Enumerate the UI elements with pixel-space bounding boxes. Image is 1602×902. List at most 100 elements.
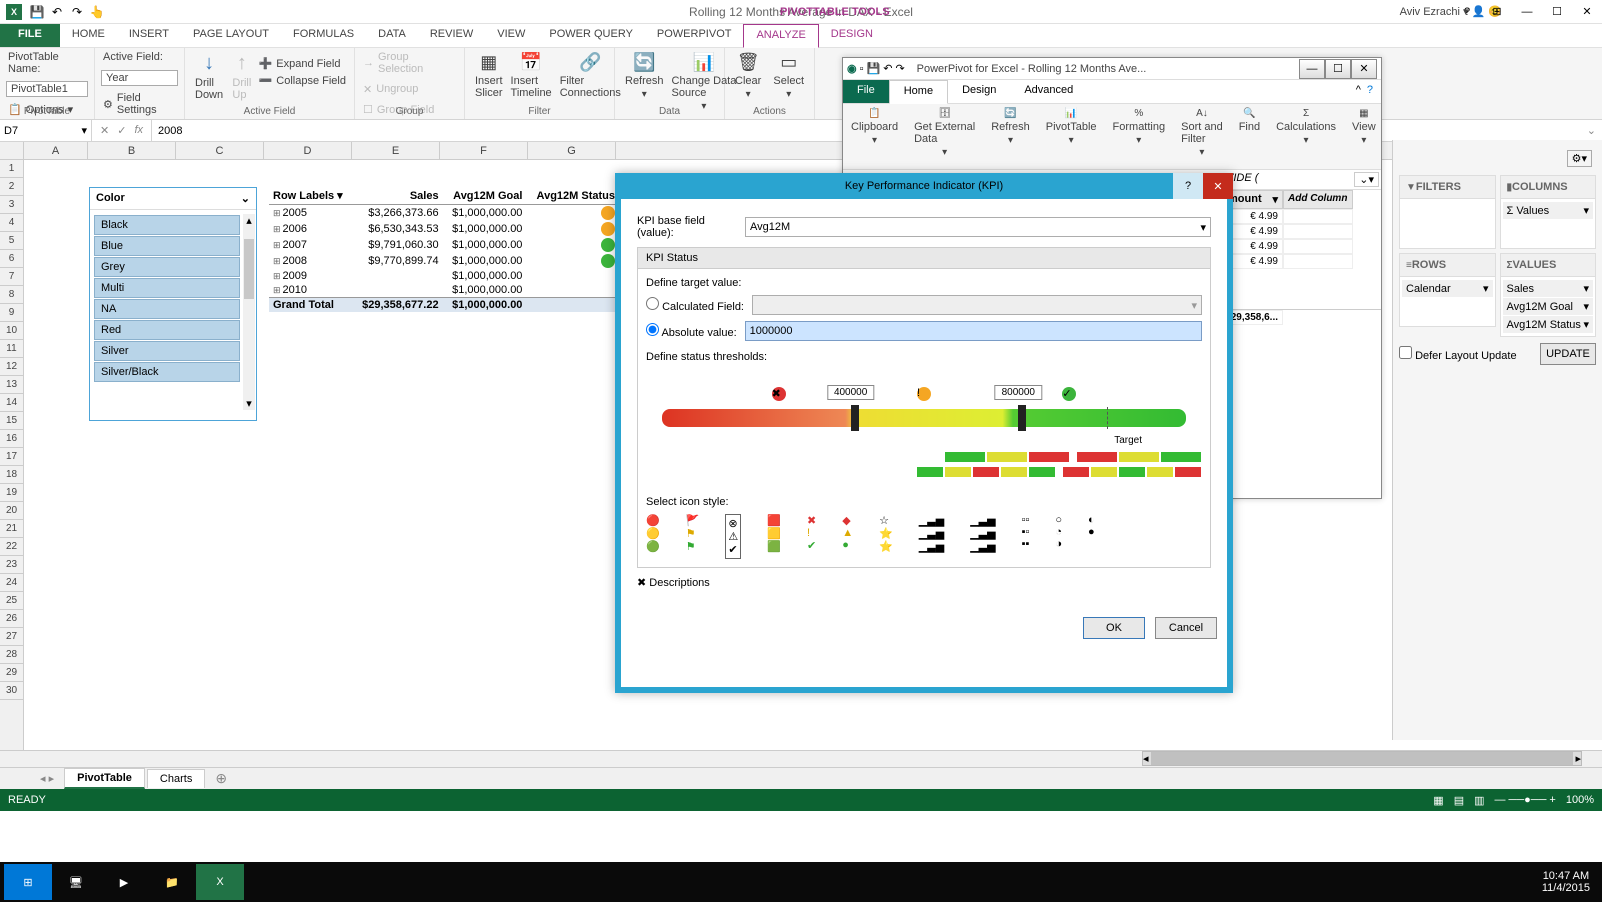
kpi-close-button[interactable]: ✕	[1203, 173, 1233, 199]
tab-view[interactable]: VIEW	[485, 24, 537, 47]
tab-review[interactable]: REVIEW	[418, 24, 485, 47]
pp-get-data-button[interactable]: 🗄Get External Data▾	[906, 104, 983, 169]
pp-pivottable-button[interactable]: 📊PivotTable▾	[1038, 104, 1105, 169]
icon-style-symbols-selected[interactable]: ⊗⚠✔	[725, 514, 741, 559]
tab-data[interactable]: DATA	[366, 24, 418, 47]
absolute-value-input[interactable]	[745, 321, 1202, 341]
threshold-2-handle[interactable]	[1018, 405, 1026, 431]
row-header[interactable]: 10	[0, 322, 23, 340]
pivot-row-label[interactable]: ⊞2006	[269, 221, 352, 237]
column-header[interactable]: E	[352, 142, 440, 159]
view-normal-icon[interactable]: ▦	[1433, 794, 1443, 807]
value-field-sales[interactable]: Sales▾	[1503, 280, 1594, 297]
taskbar-excel-icon[interactable]: X	[196, 864, 244, 900]
expand-field-button[interactable]: ➕ Expand Field	[257, 56, 348, 71]
icon-style-boxes[interactable]: ▫▫▪▫▪▪	[1022, 514, 1030, 559]
sheet-tab-charts[interactable]: Charts	[147, 769, 205, 788]
pivot-table[interactable]: Row Labels ▾ Sales Avg12M Goal Avg12M St…	[269, 187, 619, 312]
ribbon-toggle-icon[interactable]: ⊞	[1482, 0, 1512, 24]
icon-style-symbols2[interactable]: ✖!✔	[807, 514, 816, 559]
pp-refresh-button[interactable]: 🔄Refresh▾	[983, 104, 1038, 169]
drill-down-button[interactable]: ↓Drill Down	[191, 50, 227, 103]
threshold-style-1[interactable]	[944, 452, 1070, 465]
row-header[interactable]: 26	[0, 610, 23, 628]
value-field-goal[interactable]: Avg12M Goal▾	[1503, 298, 1594, 315]
fx-icon[interactable]: fx	[134, 124, 143, 137]
slicer-item[interactable]: Silver/Black	[94, 362, 240, 382]
filters-dropzone[interactable]	[1399, 199, 1496, 249]
pp-maximize-button[interactable]: ☐	[1325, 59, 1351, 79]
threshold-1-value[interactable]: 400000	[827, 385, 874, 400]
start-button[interactable]: ⊞	[4, 864, 52, 900]
values-dropzone[interactable]: Sales▾ Avg12M Goal▾ Avg12M Status▾	[1500, 277, 1597, 337]
icon-style-stars[interactable]: ☆⭐⭐	[879, 514, 893, 559]
row-header[interactable]: 11	[0, 340, 23, 358]
slicer-item[interactable]: Black	[94, 215, 240, 235]
pivot-header-rowlabels[interactable]: Row Labels ▾	[269, 187, 352, 205]
pp-find-button[interactable]: 🔍Find	[1231, 104, 1268, 169]
view-page-layout-icon[interactable]: ▤	[1454, 794, 1464, 807]
row-header[interactable]: 8	[0, 286, 23, 304]
row-header[interactable]: 21	[0, 520, 23, 538]
slicer-scroll-thumb[interactable]	[244, 239, 254, 299]
column-field-values[interactable]: Σ Values▾	[1503, 202, 1594, 219]
row-header[interactable]: 5	[0, 232, 23, 250]
kpi-base-field-select[interactable]: Avg12M▾	[745, 217, 1211, 237]
sheet-tab-pivottable[interactable]: PivotTable	[64, 768, 145, 789]
tab-page-layout[interactable]: PAGE LAYOUT	[181, 24, 281, 47]
row-header[interactable]: 12	[0, 358, 23, 376]
kpi-status-tab[interactable]: KPI Status	[637, 247, 1211, 269]
slicer-color[interactable]: Color ⌄ BlackBlueGreyMultiNARedSilverSil…	[89, 187, 257, 421]
pp-tab-file[interactable]: File	[843, 80, 889, 103]
kpi-ok-button[interactable]: OK	[1083, 617, 1145, 639]
pp-sort-filter-button[interactable]: A↓Sort and Filter▾	[1173, 104, 1231, 169]
tab-file[interactable]: FILE	[0, 24, 60, 47]
icon-style-bars2[interactable]: ▁▃▅▁▃▅▁▃▅	[970, 514, 995, 559]
icon-style-shapes[interactable]: ◆▲●	[842, 514, 853, 559]
zoom-slider[interactable]: — ──●── +	[1495, 794, 1556, 806]
field-list-settings-icon[interactable]: ⚙▾	[1567, 150, 1592, 167]
row-header[interactable]: 1	[0, 160, 23, 178]
pp-clipboard-button[interactable]: 📋Clipboard▾	[843, 104, 906, 169]
taskbar-powershell-icon[interactable]: ▶	[100, 864, 148, 900]
row-header[interactable]: 16	[0, 430, 23, 448]
row-header[interactable]: 6	[0, 250, 23, 268]
touch-mode-icon[interactable]: 👆	[88, 3, 106, 21]
icon-style-circles[interactable]: 🔴🟡🟢	[646, 514, 660, 559]
pp-minimize-button[interactable]: —	[1299, 59, 1325, 79]
row-header[interactable]: 28	[0, 646, 23, 664]
slicer-item[interactable]: NA	[94, 299, 240, 319]
row-header[interactable]: 18	[0, 466, 23, 484]
value-field-status[interactable]: Avg12M Status▾	[1503, 316, 1594, 333]
redo-icon[interactable]: ↷	[68, 3, 86, 21]
update-button[interactable]: UPDATE	[1540, 343, 1596, 365]
slicer-item[interactable]: Red	[94, 320, 240, 340]
collapse-field-button[interactable]: ➖ Collapse Field	[257, 73, 348, 88]
pivot-row-label[interactable]: ⊞2007	[269, 237, 352, 253]
kpi-cancel-button[interactable]: Cancel	[1155, 617, 1217, 639]
pivot-row-label[interactable]: ⊞2010	[269, 283, 352, 298]
row-field-calendar[interactable]: Calendar▾	[1402, 280, 1493, 297]
expand-formula-icon[interactable]: ⌄	[1581, 124, 1602, 137]
kpi-help-button[interactable]: ?	[1173, 173, 1203, 199]
undo-icon[interactable]: ↶	[48, 3, 66, 21]
taskbar-server-icon[interactable]: 🖥	[52, 864, 100, 900]
field-settings-button[interactable]: ⚙ Field Settings	[101, 91, 178, 117]
row-header[interactable]: 7	[0, 268, 23, 286]
view-page-break-icon[interactable]: ▥	[1474, 794, 1484, 807]
save-icon[interactable]: 💾	[28, 3, 46, 21]
calculated-field-radio[interactable]: Calculated Field:	[646, 297, 744, 313]
slicer-clear-icon[interactable]: ⌄	[241, 192, 250, 205]
row-header[interactable]: 3	[0, 196, 23, 214]
tab-insert[interactable]: INSERT	[117, 24, 181, 47]
pp-tab-advanced[interactable]: Advanced	[1010, 80, 1087, 103]
pp-save-icon[interactable]: 💾	[867, 62, 881, 75]
threshold-1-handle[interactable]	[851, 405, 859, 431]
pivot-row-label[interactable]: ⊞2005	[269, 205, 352, 222]
enter-icon[interactable]: ✓	[117, 124, 126, 137]
pivottable-name-input[interactable]: PivotTable1	[6, 81, 88, 97]
icon-style-flags[interactable]: 🚩⚑⚑	[686, 514, 700, 559]
slicer-scrollbar[interactable]: ▴ ▾	[243, 214, 255, 410]
name-box[interactable]: D7▾	[0, 120, 92, 141]
threshold-2-value[interactable]: 800000	[995, 385, 1042, 400]
